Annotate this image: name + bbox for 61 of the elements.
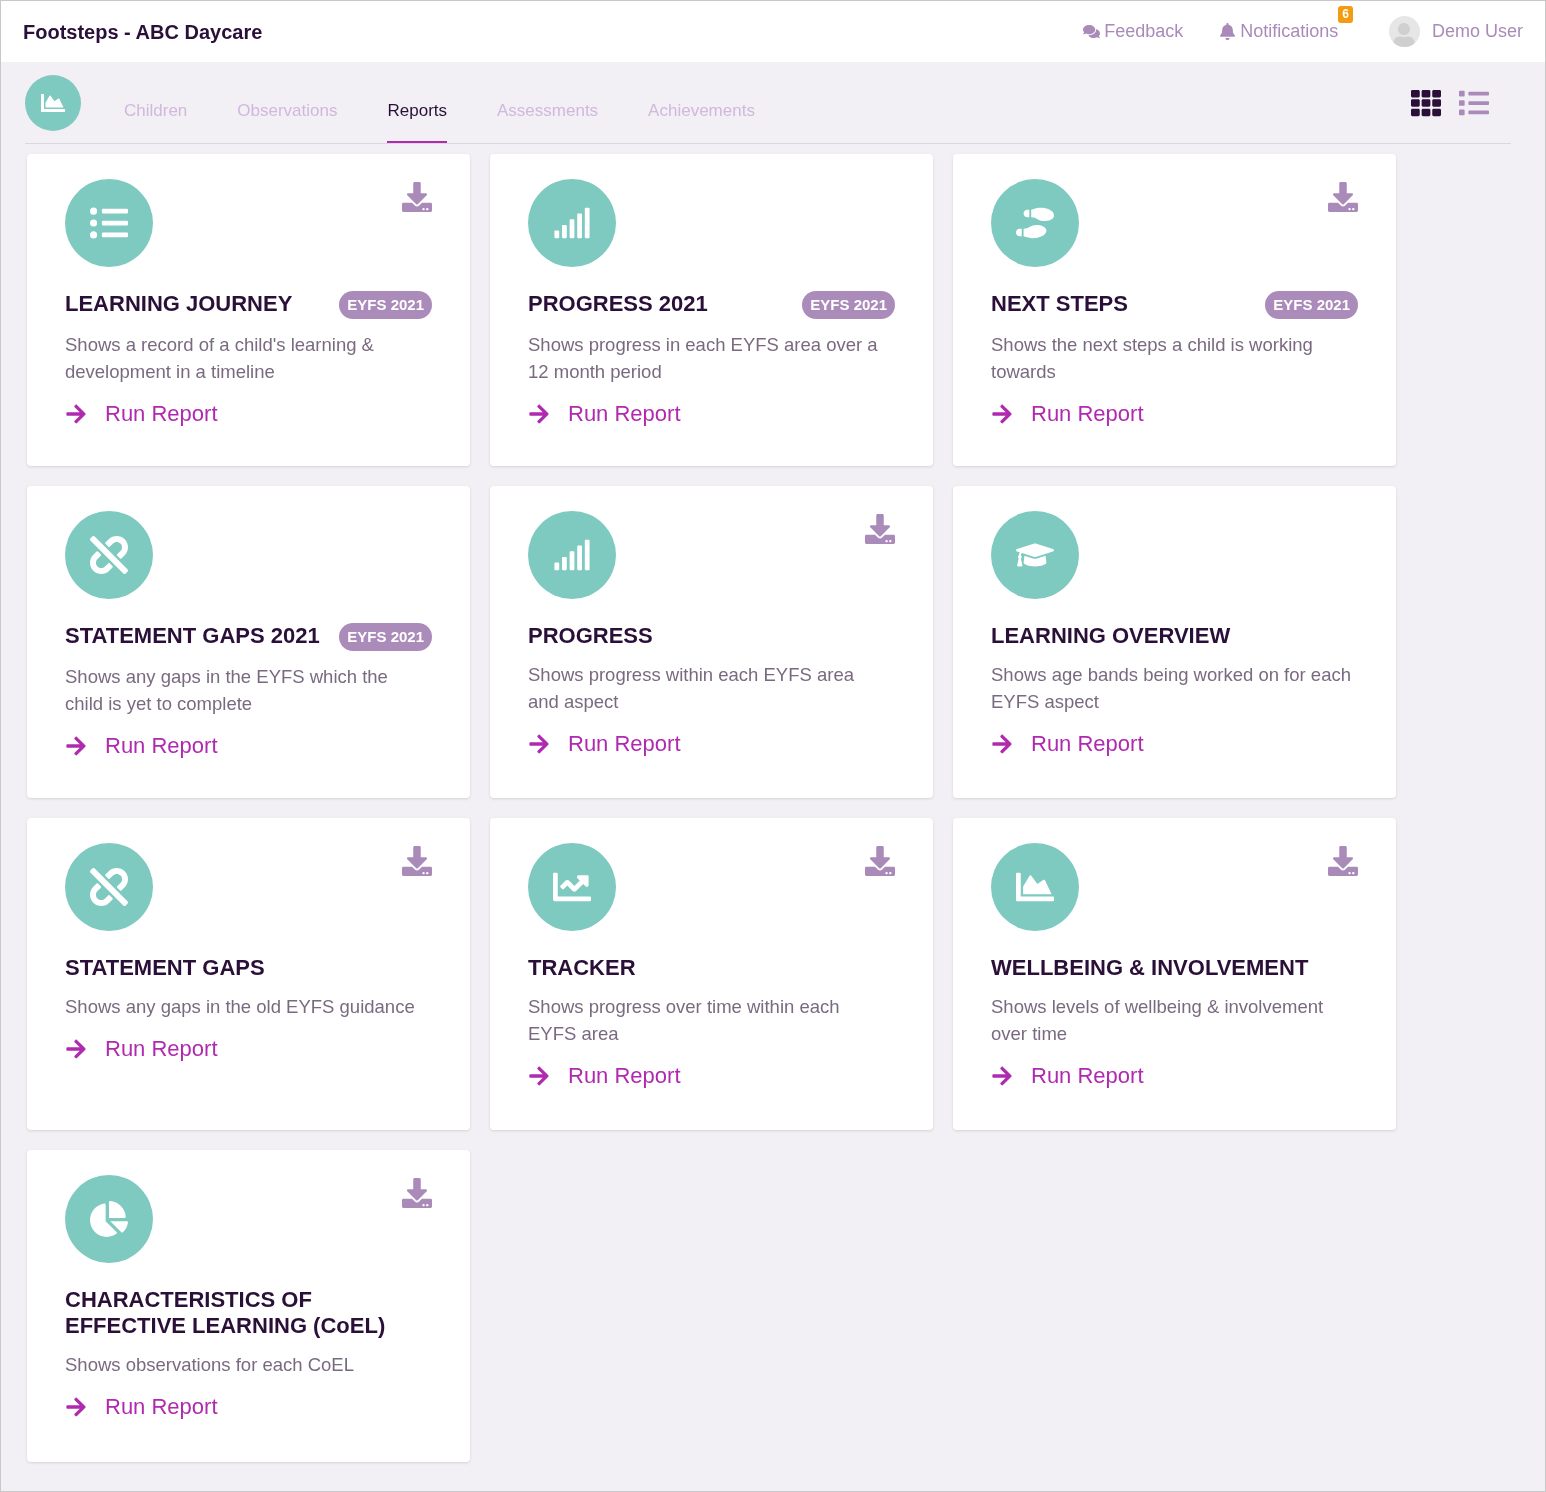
- report-description: Shows progress in each EYFS area over a 12 month period: [528, 333, 879, 384]
- version-badge: EYFS 2021: [339, 623, 432, 651]
- report-description: Shows levels of wellbeing & involvement over time: [991, 995, 1325, 1046]
- arrow-icon: [991, 402, 1013, 425]
- arrow-icon: [991, 1064, 1013, 1087]
- download-icon[interactable]: [402, 846, 432, 876]
- notification-count: 6: [1338, 6, 1353, 23]
- run-report-link[interactable]: Run Report: [991, 727, 1358, 760]
- report-title: LEARNING JOURNEY: [65, 291, 293, 317]
- report-title: NEXT STEPS: [991, 291, 1128, 317]
- download-icon[interactable]: [1328, 182, 1358, 212]
- report-description: Shows observations for each CoEL: [65, 1353, 355, 1377]
- download-icon[interactable]: [402, 1178, 432, 1208]
- feedback-link[interactable]: Feedback: [1083, 18, 1184, 45]
- chat-icon: [1083, 23, 1101, 40]
- run-report-link[interactable]: Run Report: [991, 1059, 1358, 1092]
- report-description: Shows a record of a child's learning & development in a timeline: [65, 333, 375, 384]
- arrow-icon: [65, 1037, 87, 1060]
- arrow-icon: [528, 1064, 550, 1087]
- arrow-icon: [528, 402, 550, 425]
- run-report-link[interactable]: Run Report: [65, 1032, 432, 1065]
- run-report-link[interactable]: Run Report: [528, 1059, 895, 1092]
- arrow-icon: [65, 734, 87, 757]
- report-description: Shows progress over time within each EYFS area: [528, 995, 841, 1046]
- version-badge: EYFS 2021: [802, 291, 895, 319]
- avatar-icon: [1388, 16, 1420, 47]
- report-title: STATEMENT GAPS 2021: [65, 623, 320, 649]
- user-menu[interactable]: Demo User: [1388, 16, 1523, 47]
- nav-tab[interactable]: Reports: [387, 62, 447, 143]
- report-title: TRACKER: [528, 955, 636, 981]
- report-title: PROGRESS: [528, 623, 653, 649]
- arrow-icon: [65, 1395, 87, 1418]
- run-report-link[interactable]: Run Report: [528, 727, 895, 760]
- report-title: CHARACTERISTICS OF EFFECTIVE LEARNING (CoEL): [65, 1287, 387, 1339]
- arrow-icon: [528, 732, 550, 755]
- report-description: Shows progress within each EYFS area and aspect: [528, 663, 855, 714]
- download-icon[interactable]: [1328, 846, 1358, 876]
- run-report-link[interactable]: Run Report: [65, 1390, 432, 1423]
- run-report-link[interactable]: Run Report: [65, 397, 432, 430]
- run-report-link[interactable]: Run Report: [528, 397, 895, 430]
- report-title: LEARNING OVERVIEW: [991, 623, 1231, 649]
- report-description: Shows any gaps in the EYFS which the child is yet to complete: [65, 665, 389, 716]
- download-icon[interactable]: [402, 182, 432, 212]
- run-report-link[interactable]: Run Report: [65, 729, 432, 762]
- download-icon[interactable]: [865, 846, 895, 876]
- bell-icon: [1219, 23, 1237, 40]
- notifications-link[interactable]: Notifications: [1219, 18, 1339, 45]
- arrow-icon: [991, 732, 1013, 755]
- version-badge: EYFS 2021: [339, 291, 432, 319]
- grid-view-icon[interactable]: [1411, 87, 1441, 118]
- report-description: Shows the next steps a child is working towards: [991, 333, 1314, 384]
- download-icon[interactable]: [865, 514, 895, 544]
- arrow-icon: [65, 402, 87, 425]
- run-report-link[interactable]: Run Report: [991, 397, 1358, 430]
- report-title: WELLBEING & INVOLVEMENT: [991, 955, 1309, 981]
- report-description: Shows any gaps in the old EYFS guidance: [65, 995, 416, 1019]
- report-description: Shows age bands being worked on for each EYFS aspect: [991, 663, 1352, 714]
- report-title: STATEMENT GAPS: [65, 955, 265, 981]
- version-badge: EYFS 2021: [1265, 291, 1358, 319]
- app-title: Footsteps - ABC Daycare: [23, 19, 263, 45]
- report-title: PROGRESS 2021: [528, 291, 708, 317]
